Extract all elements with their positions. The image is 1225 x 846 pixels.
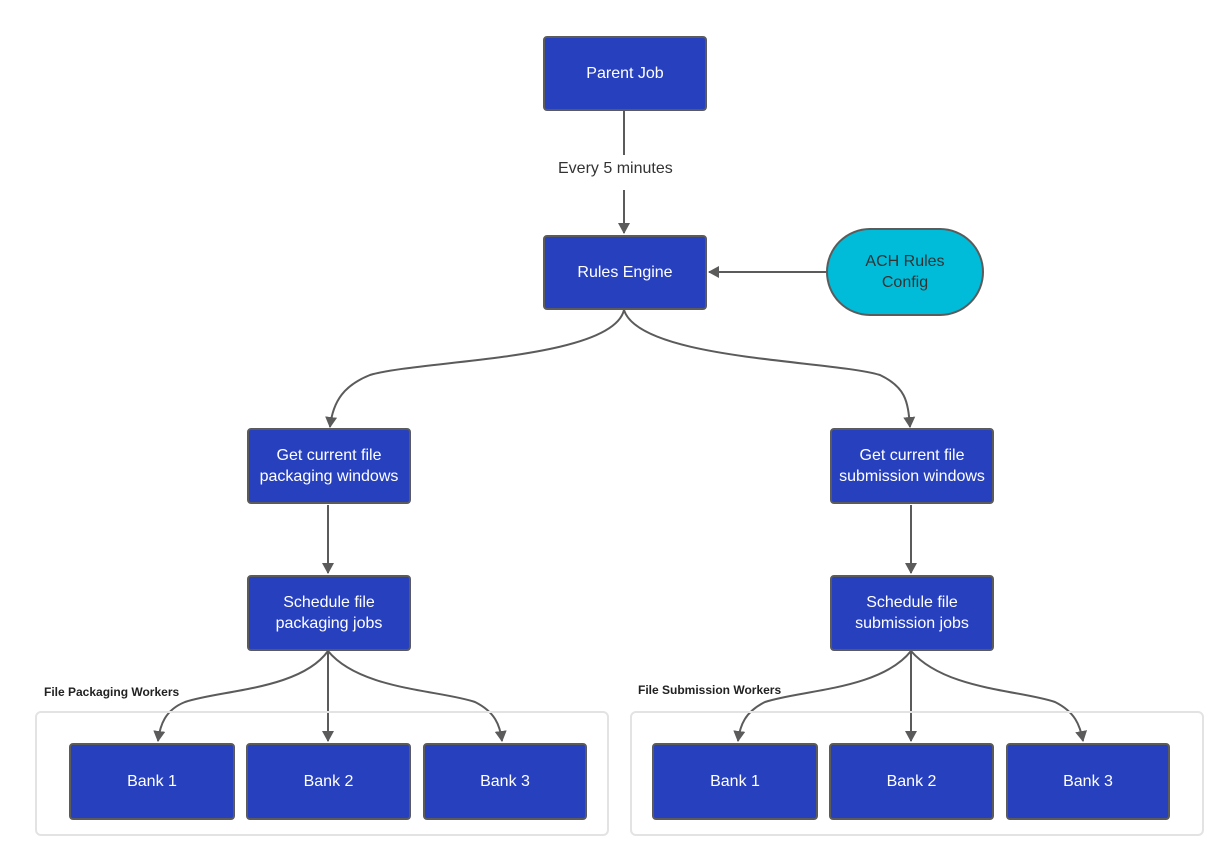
bank-label: Bank 3: [1063, 773, 1113, 790]
bank-label: Bank 3: [480, 773, 530, 790]
submission-bank-3-node[interactable]: Bank 3: [1006, 743, 1170, 820]
edge-rules-to-submission: [623, 309, 916, 428]
schedule-submission-jobs-node[interactable]: Schedule file submission jobs: [830, 575, 994, 651]
bank-label: Bank 1: [127, 773, 177, 790]
ach-rules-config-label: ACH Rules Config: [865, 253, 945, 291]
bank-label: Bank 2: [303, 773, 354, 790]
packaging-bank-3-node[interactable]: Bank 3: [423, 743, 587, 820]
parent-job-label: Parent Job: [586, 65, 664, 82]
schedule-submission-jobs-label: Schedule file submission jobs: [855, 594, 969, 632]
submission-bank-1-node[interactable]: Bank 1: [652, 743, 818, 820]
packaging-bank-1-node[interactable]: Bank 1: [69, 743, 235, 820]
edge-label-every-5-minutes: Every 5 minutes: [556, 160, 675, 178]
ach-rules-config-node[interactable]: ACH Rules Config: [826, 228, 984, 316]
bank-label: Bank 2: [886, 773, 937, 790]
schedule-packaging-jobs-label: Schedule file packaging jobs: [275, 594, 383, 632]
get-submission-windows-node[interactable]: Get current file submission windows: [830, 428, 994, 504]
submission-bank-2-node[interactable]: Bank 2: [829, 743, 994, 820]
get-packaging-windows-node[interactable]: Get current file packaging windows: [247, 428, 411, 504]
submission-group-label: File Submission Workers: [638, 683, 782, 697]
bank-label: Bank 1: [710, 773, 760, 790]
packaging-bank-2-node[interactable]: Bank 2: [246, 743, 411, 820]
get-submission-windows-label: Get current file submission windows: [839, 447, 985, 485]
rules-engine-label: Rules Engine: [577, 264, 673, 281]
packaging-group-label: File Packaging Workers: [44, 685, 180, 699]
schedule-packaging-jobs-node[interactable]: Schedule file packaging jobs: [247, 575, 411, 651]
rules-engine-node[interactable]: Rules Engine: [543, 235, 707, 310]
parent-job-node[interactable]: Parent Job: [543, 36, 707, 111]
get-packaging-windows-label: Get current file packaging windows: [259, 447, 399, 485]
edge-rules-to-packaging: [325, 309, 625, 428]
